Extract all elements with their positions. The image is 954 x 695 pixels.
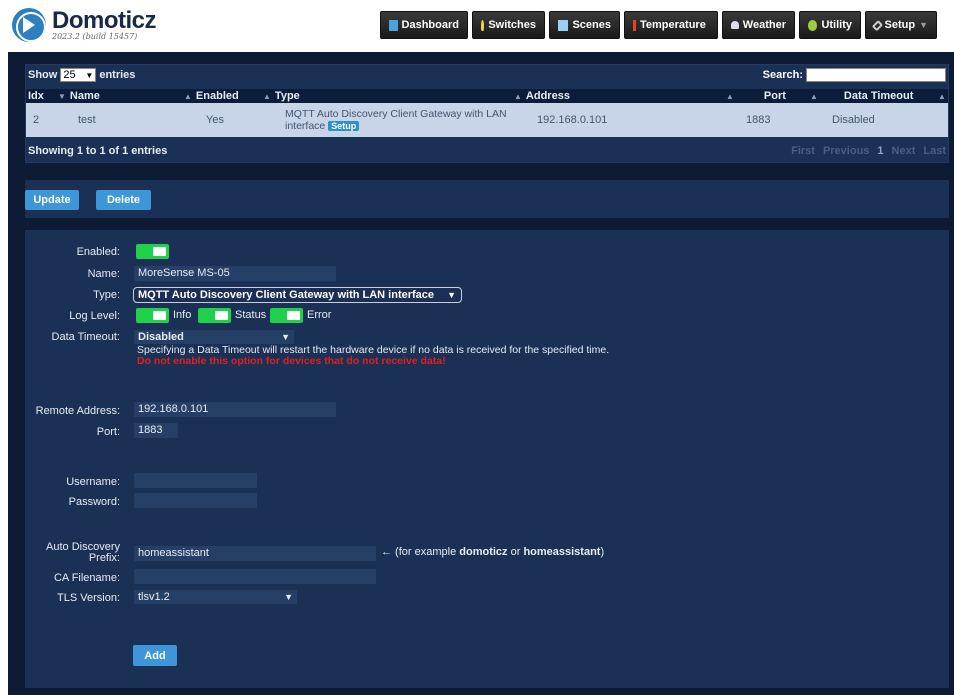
logo[interactable]: Domoticz 2023.2 (build 15457) xyxy=(12,6,157,42)
ca-filename-input[interactable] xyxy=(134,569,376,584)
enabled-label: Enabled: xyxy=(76,246,120,258)
pager-current[interactable]: 1 xyxy=(877,145,883,157)
cloud-icon xyxy=(731,21,739,29)
prefix-label-line2: Prefix: xyxy=(88,552,120,564)
log-error-toggle[interactable] xyxy=(270,308,303,323)
scene-icon xyxy=(558,19,569,31)
hardware-form: Enabled: Name: MoreSense MS-05 Type: MQT… xyxy=(25,230,949,688)
column-type[interactable]: ▲ Type xyxy=(263,89,300,103)
tls-version-select[interactable]: tlsv1.2 ▼ xyxy=(134,590,297,604)
header: Domoticz 2023.2 (build 15457) Dashboard … xyxy=(0,0,954,50)
remote-address-label: Remote Address: xyxy=(35,405,120,417)
search-input[interactable] xyxy=(806,68,946,82)
table-header: Idx ▼ Name ▲ Enabled ▲ Type ▲ Address ▲ Port … xyxy=(26,89,948,103)
username-label: Username: xyxy=(66,476,120,488)
domoticz-logo-icon xyxy=(12,8,46,42)
chevron-down-icon: ▼ xyxy=(919,20,928,30)
delete-button[interactable]: Delete xyxy=(96,190,151,210)
entries-select[interactable]: 25 ▼ xyxy=(60,68,97,82)
enabled-toggle[interactable] xyxy=(136,244,169,259)
sort-icon: ▲ xyxy=(514,92,522,101)
name-input[interactable]: MoreSense MS-05 xyxy=(134,266,336,281)
column-enabled[interactable]: ▲ Enabled xyxy=(184,89,239,103)
sort-icon: ▲ xyxy=(263,92,271,101)
log-info-toggle[interactable] xyxy=(136,308,169,323)
type-label: Type: xyxy=(93,289,120,301)
nav-temperature[interactable]: Temperature xyxy=(624,11,718,39)
prefix-hint: ← (for example domoticz or homeassistant… xyxy=(381,546,605,558)
column-name[interactable]: ▼ Name xyxy=(58,89,100,103)
sort-icon: ▲ xyxy=(938,92,946,101)
sort-icon: ▲ xyxy=(726,92,734,101)
sort-icon: ▲ xyxy=(810,92,818,101)
prefix-input[interactable]: homeassistant xyxy=(134,546,376,561)
nav-utility[interactable]: Utility xyxy=(799,11,861,39)
username-input[interactable] xyxy=(134,473,257,488)
timeout-warning: Do not enable this option for devices th… xyxy=(137,355,446,367)
nav-scenes[interactable]: Scenes xyxy=(549,11,620,39)
data-timeout-label: Data Timeout: xyxy=(51,331,120,343)
sort-icon: ▲ xyxy=(184,92,192,101)
update-button[interactable]: Update xyxy=(25,190,79,210)
column-address[interactable]: ▲ Address xyxy=(514,89,570,103)
pager-last[interactable]: Last xyxy=(923,145,946,157)
row-type: MQTT Auto Discovery Client Gateway with … xyxy=(285,108,507,132)
action-bar: Update Delete xyxy=(25,180,949,218)
thermometer-icon xyxy=(633,19,636,31)
remote-address-input[interactable]: 192.168.0.101 xyxy=(134,402,336,417)
data-timeout-select[interactable]: Disabled ▼ xyxy=(134,330,294,344)
showing-info: Showing 1 to 1 of 1 entries xyxy=(28,145,168,157)
type-select[interactable]: MQTT Auto Discovery Client Gateway with … xyxy=(133,287,462,303)
port-input[interactable]: 1883 xyxy=(134,423,178,438)
log-level-label: Log Level: xyxy=(69,310,120,322)
hardware-table-panel: Show 25 ▼ entries Search: Idx ▼ Name ▲ Enab… xyxy=(25,64,949,163)
chevron-down-icon: ▼ xyxy=(284,592,293,602)
app-title: Domoticz xyxy=(52,6,157,34)
chevron-down-icon: ▼ xyxy=(85,70,94,80)
chevron-down-icon: ▼ xyxy=(281,332,290,342)
column-idx[interactable]: Idx xyxy=(28,89,44,103)
show-entries: Show 25 ▼ entries xyxy=(28,68,136,82)
wrench-icon xyxy=(871,19,883,31)
setup-button[interactable]: Setup xyxy=(328,121,360,131)
ca-filename-label: CA Filename: xyxy=(53,572,120,584)
main-nav: Dashboard Switches Scenes Temperature We… xyxy=(380,11,937,39)
pager-next[interactable]: Next xyxy=(892,145,916,157)
pagination: First Previous 1 Next Last xyxy=(791,145,946,157)
main-content: Show 25 ▼ entries Search: Idx ▼ Name ▲ Enab… xyxy=(8,52,954,695)
sort-icon: ▼ xyxy=(58,92,66,101)
table-search: Search: xyxy=(763,68,946,82)
utility-icon xyxy=(808,19,818,31)
port-label: Port: xyxy=(96,426,120,438)
bulb-icon xyxy=(481,19,485,31)
column-data-timeout[interactable]: ▲ Data Timeout xyxy=(810,89,913,103)
dashboard-icon xyxy=(389,19,398,31)
column-port[interactable]: ▲ Port xyxy=(726,89,786,103)
name-label: Name: xyxy=(87,268,120,280)
chevron-down-icon: ▼ xyxy=(447,290,456,300)
nav-setup[interactable]: Setup ▼ xyxy=(865,11,937,39)
password-input[interactable] xyxy=(134,493,257,508)
password-label: Password: xyxy=(68,496,120,508)
pager-previous[interactable]: Previous xyxy=(823,145,869,157)
nav-weather[interactable]: Weather xyxy=(722,11,795,39)
nav-switches[interactable]: Switches xyxy=(472,11,545,39)
table-row[interactable]: 2 test Yes MQTT Auto Discovery Client Ga… xyxy=(26,103,948,137)
nav-dashboard[interactable]: Dashboard xyxy=(380,11,468,39)
log-status-toggle[interactable] xyxy=(198,308,231,323)
pager-first[interactable]: First xyxy=(791,145,815,157)
add-button[interactable]: Add xyxy=(133,645,177,666)
tls-version-label: TLS Version: xyxy=(57,592,120,604)
